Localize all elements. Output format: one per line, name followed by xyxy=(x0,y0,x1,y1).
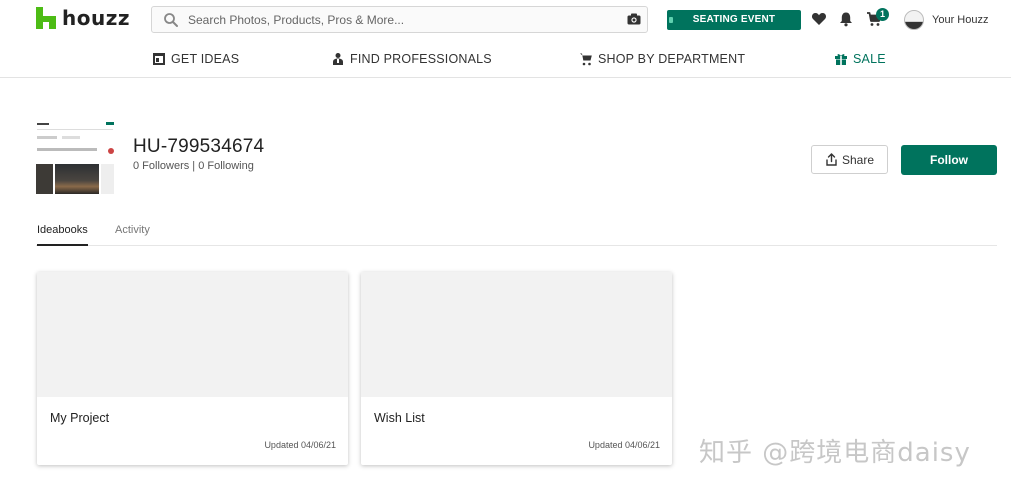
watermark: 知乎 @跨境电商daisy xyxy=(699,438,971,468)
ideabook-updated: Updated 04/06/21 xyxy=(588,440,660,450)
avatar[interactable] xyxy=(904,10,924,30)
follow-counts: 0 Followers | 0 Following xyxy=(133,160,254,172)
main-nav: GET IDEAS FIND PROFESSIONALS SHOP BY DEP… xyxy=(0,40,1011,78)
ideabook-updated: Updated 04/06/21 xyxy=(264,440,336,450)
nav-sale-label: SALE xyxy=(853,52,886,66)
nav-shop-by-department[interactable]: SHOP BY DEPARTMENT xyxy=(579,52,745,66)
gift-icon xyxy=(835,54,847,65)
share-label: Share xyxy=(841,152,875,167)
cart-count-badge: 1 xyxy=(876,8,889,21)
nav-find-professionals[interactable]: FIND PROFESSIONALS xyxy=(331,52,492,66)
search-input[interactable] xyxy=(188,11,608,29)
professional-icon xyxy=(333,53,343,65)
heart-icon[interactable] xyxy=(811,11,827,27)
bell-icon[interactable] xyxy=(838,11,854,27)
nav-shop-by-department-label: SHOP BY DEPARTMENT xyxy=(598,52,746,66)
tab-activity[interactable]: Activity xyxy=(115,224,150,244)
tab-ideabooks[interactable]: Ideabooks xyxy=(37,224,88,246)
camera-icon[interactable] xyxy=(627,13,641,25)
nav-get-ideas-label: GET IDEAS xyxy=(171,52,240,66)
houzz-logo[interactable]: houzz xyxy=(36,6,130,30)
ideabook-title: My Project xyxy=(50,411,110,425)
profile-thumbnail xyxy=(36,120,114,194)
profile-username: HU-799534674 xyxy=(133,136,265,157)
nav-get-ideas[interactable]: GET IDEAS xyxy=(152,52,239,66)
ideas-icon xyxy=(153,53,165,65)
houzz-logo-mark-icon xyxy=(36,7,56,29)
your-houzz-link[interactable]: Your Houzz xyxy=(932,14,988,26)
shopping-cart-icon xyxy=(580,53,592,66)
ideabook-title: Wish List xyxy=(374,411,425,425)
search-icon xyxy=(164,13,178,27)
ideabook-card[interactable]: Wish List Updated 04/06/21 xyxy=(361,272,672,465)
logo-text: houzz xyxy=(62,6,130,30)
search-bar[interactable] xyxy=(151,6,648,33)
nav-sale[interactable]: SALE xyxy=(834,52,886,66)
follow-button[interactable]: Follow xyxy=(901,145,997,175)
share-button[interactable]: Share xyxy=(811,145,888,174)
seating-event-banner[interactable]: SEATING EVENT xyxy=(667,10,801,30)
share-icon xyxy=(826,153,837,166)
ideabook-cover xyxy=(361,272,672,397)
nav-find-professionals-label: FIND PROFESSIONALS xyxy=(350,52,492,66)
profile-tabs: Ideabooks Activity xyxy=(36,218,997,246)
top-header: houzz SEATING EVENT 1 Your Houzz xyxy=(0,0,1011,40)
ideabook-cover xyxy=(37,272,348,397)
ideabook-card[interactable]: My Project Updated 04/06/21 xyxy=(37,272,348,465)
